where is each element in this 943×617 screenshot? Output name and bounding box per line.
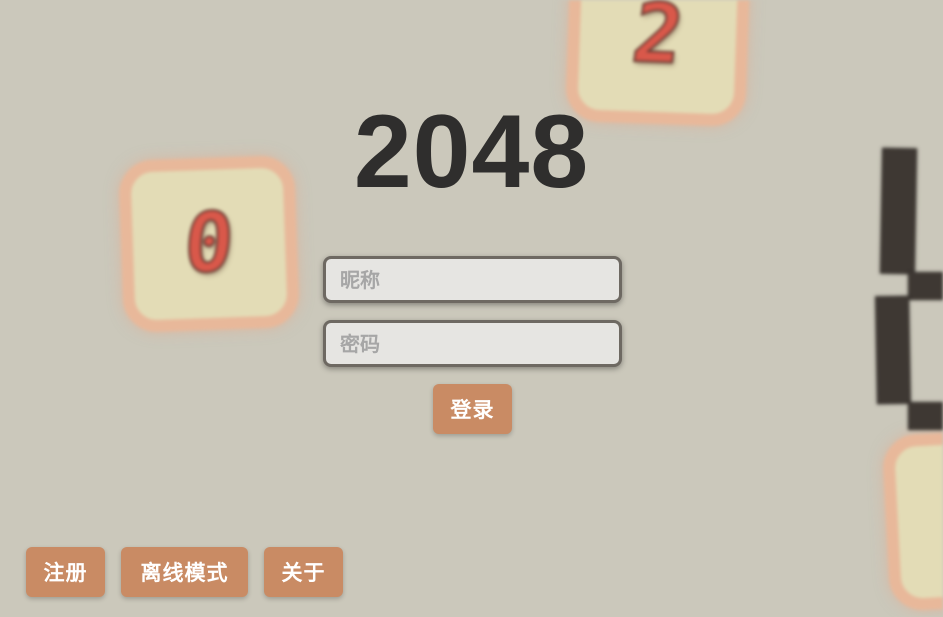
offline-mode-button[interactable]: 离线模式: [121, 547, 248, 597]
background-decoration: 0 2: [0, 0, 943, 617]
background-tile-partial: [881, 428, 943, 612]
about-button[interactable]: 关于: [264, 547, 343, 597]
background-pixel-block: [875, 295, 911, 405]
password-input[interactable]: [323, 320, 622, 367]
tile-digit: 2: [626, 0, 691, 84]
login-button[interactable]: 登录: [433, 384, 512, 434]
nickname-input[interactable]: [323, 256, 622, 303]
register-button[interactable]: 注册: [26, 547, 105, 597]
background-pixel-block: [908, 402, 943, 430]
game-title: 2048: [353, 94, 590, 210]
tile-digit: 0: [180, 194, 238, 293]
background-pixel-block: [908, 272, 943, 300]
